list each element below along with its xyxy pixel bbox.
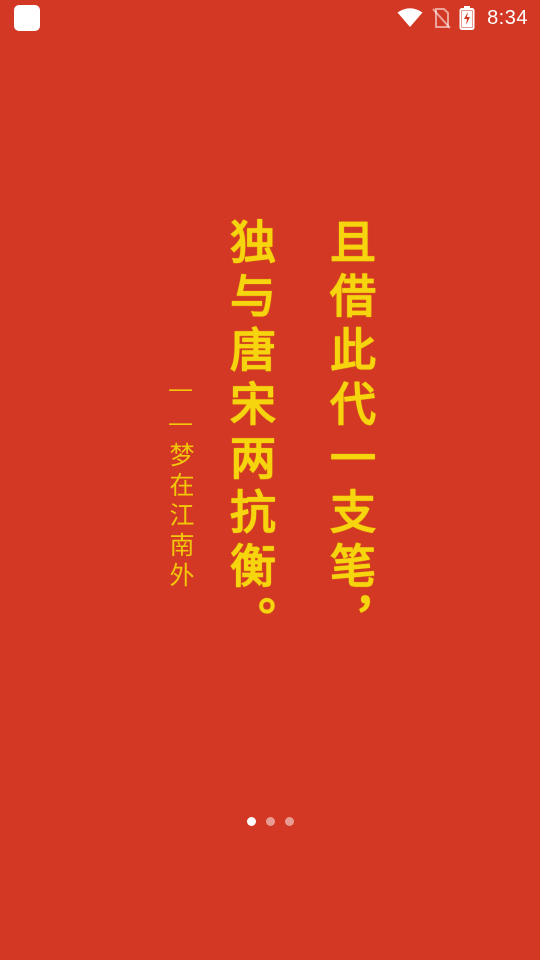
poem-author: ——梦在江南外	[166, 374, 195, 592]
poem-line-1: 且借此代一支笔，	[323, 218, 377, 650]
wifi-icon	[397, 8, 423, 28]
app-notification-icon	[14, 5, 40, 31]
no-sim-icon	[431, 7, 451, 29]
page-indicator	[0, 815, 540, 827]
status-icons: 8:34	[397, 0, 528, 36]
page-dot-3[interactable]	[284, 816, 294, 826]
page-dot-1[interactable]	[246, 816, 256, 826]
status-bar: 8:34	[0, 0, 540, 36]
status-time: 8:34	[487, 6, 528, 29]
battery-charging-icon	[459, 6, 475, 30]
poem-line-2: 独与唐宋两抗衡。	[223, 218, 277, 650]
page-dot-2[interactable]	[265, 816, 275, 826]
